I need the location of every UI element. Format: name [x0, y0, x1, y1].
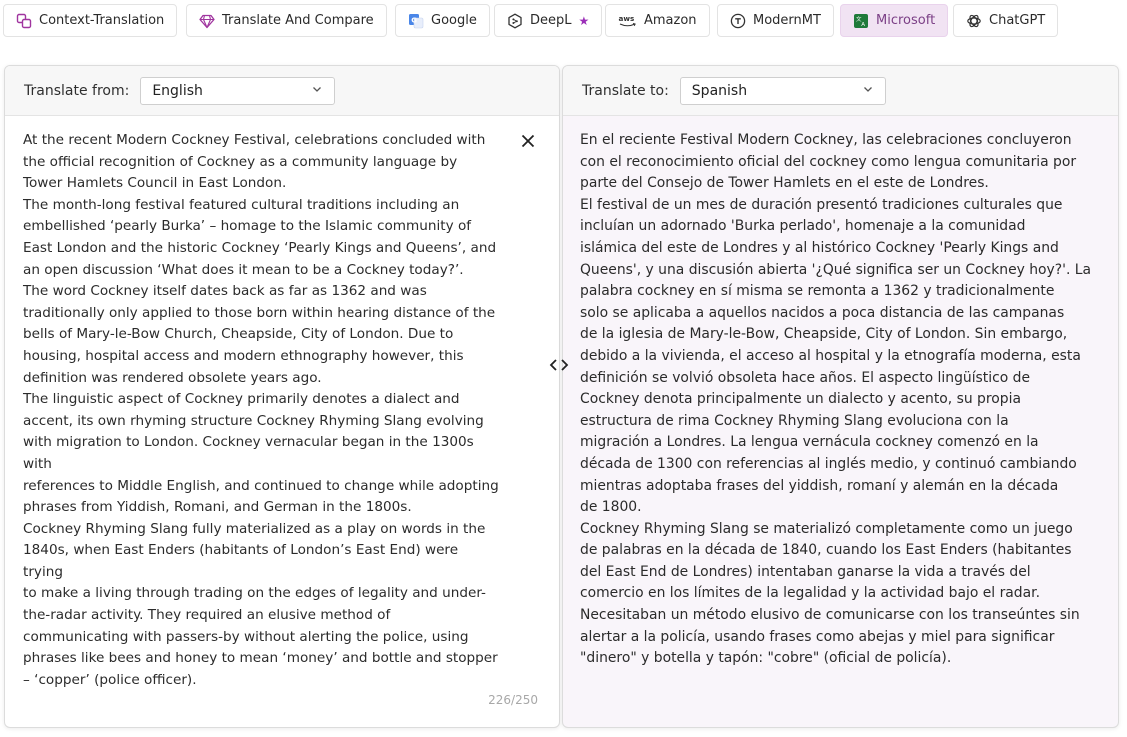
tab-label: Translate And Compare: [222, 13, 374, 28]
tab-label: Amazon: [644, 13, 697, 28]
context-translation-icon: [16, 13, 32, 29]
svg-text:aws: aws: [619, 14, 635, 23]
source-language-select[interactable]: English: [140, 76, 336, 105]
aws-icon: aws: [618, 13, 637, 29]
swap-languages-icon[interactable]: [548, 355, 570, 375]
tab-label: ModernMT: [753, 13, 821, 28]
tab-context-translation[interactable]: Context-Translation: [3, 4, 178, 37]
google-translate-icon: G: [408, 13, 424, 29]
engine-tab-bar: Context-Translation Translate And Compar…: [0, 0, 1127, 44]
gem-icon: [199, 13, 215, 29]
microsoft-translator-icon: 文A: [853, 13, 869, 29]
tab-label: Google: [431, 13, 477, 28]
translate-from-label: Translate from:: [24, 82, 130, 99]
source-text-input[interactable]: At the recent Modern Cockney Festival, c…: [23, 130, 501, 691]
tab-label: Microsoft: [876, 13, 936, 28]
tab-google[interactable]: G Google: [395, 4, 490, 37]
target-panel: Translate to: Spanish En el reciente Fes…: [562, 65, 1119, 728]
chatgpt-icon: [966, 13, 982, 29]
translate-to-label: Translate to:: [582, 82, 669, 99]
tab-chatgpt[interactable]: ChatGPT: [953, 4, 1059, 37]
svg-text:A: A: [861, 22, 865, 28]
translated-text-output: En el reciente Festival Modern Cockney, …: [580, 132, 1092, 667]
deepl-icon: [507, 13, 523, 29]
target-panel-header: Translate to: Spanish: [563, 66, 1118, 116]
tab-modernmt[interactable]: ModernMT: [717, 4, 834, 37]
tab-label: DeepL: [530, 13, 572, 28]
tab-amazon[interactable]: aws Amazon: [605, 4, 710, 37]
svg-text:G: G: [411, 16, 417, 24]
source-language-value: English: [152, 82, 203, 99]
tab-label: ChatGPT: [989, 13, 1046, 28]
source-panel-header: Translate from: English: [5, 66, 559, 116]
star-icon: ★: [578, 13, 590, 28]
close-icon[interactable]: [519, 132, 537, 150]
modernmt-icon: [730, 13, 746, 29]
character-counter: 226/250: [488, 693, 538, 707]
target-language-value: Spanish: [691, 82, 748, 99]
chevron-down-icon: [311, 83, 323, 99]
tab-microsoft[interactable]: 文A Microsoft: [840, 4, 949, 37]
tab-translate-and-compare[interactable]: Translate And Compare: [186, 4, 387, 37]
target-language-select[interactable]: Spanish: [679, 76, 886, 105]
chevron-down-icon: [862, 83, 874, 99]
tab-deepl[interactable]: DeepL ★: [494, 4, 603, 37]
source-panel: Translate from: English At the recent Mo…: [4, 65, 560, 728]
tab-label: Context-Translation: [39, 13, 165, 28]
